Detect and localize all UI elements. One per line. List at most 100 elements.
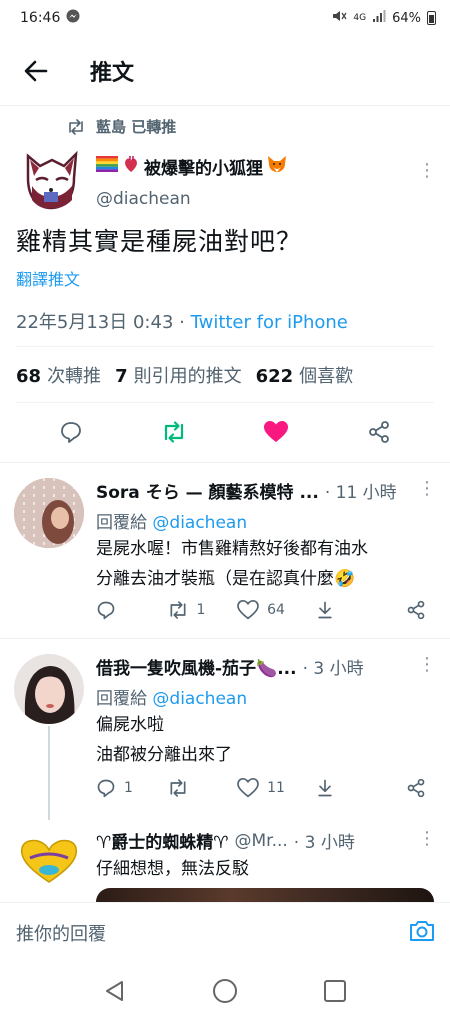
- tweet-text: 雞精其實是種屍油對吧？: [16, 227, 303, 256]
- divider: [16, 346, 434, 347]
- like-count: 11: [267, 780, 285, 796]
- reply-more-options-icon[interactable]: ⋮: [418, 830, 436, 848]
- retweets-stat[interactable]: 68 次轉推: [16, 362, 101, 388]
- tweet-more-options-icon[interactable]: ⋮: [418, 162, 436, 180]
- reply-header: Sora そら — 顏藝系模特 ... · 11 小時: [96, 478, 397, 503]
- like-button[interactable]: 64: [237, 600, 285, 620]
- author-name: 被爆擊的小狐狸: [144, 159, 263, 179]
- reply-header: 借我一隻吹風機-茄子🍆... · 3 小時: [96, 654, 364, 679]
- retweet-icon: [69, 118, 83, 135]
- retweets-label: 次轉推: [47, 366, 102, 387]
- reply-text-line: 是屍水喔！市售雞精熬好後都有油水: [96, 539, 368, 559]
- reply-count: 1: [124, 780, 133, 796]
- likes-label: 個喜歡: [299, 366, 354, 387]
- save-button[interactable]: [315, 778, 355, 798]
- tweet-date: 22年5月13日 0:43 ·: [16, 312, 191, 333]
- like-count: 64: [267, 602, 285, 618]
- reply-to: 回覆給 @diachean: [96, 508, 247, 533]
- retweet-button[interactable]: [167, 778, 207, 798]
- status-bar: 16:46 4G 64%: [0, 0, 450, 36]
- download-icon: [318, 779, 333, 797]
- reply-to-label: 回覆給: [96, 689, 153, 709]
- save-button[interactable]: [315, 600, 355, 620]
- reply-text: 是屍水喔！市售雞精熬好後都有油水 分離去油才裝瓶（是在認真什麼🤣: [96, 534, 368, 594]
- quotes-stat[interactable]: 7 則引用的推文: [115, 362, 242, 388]
- likes-count: 622: [255, 366, 294, 387]
- square-recents-icon: [324, 980, 347, 1002]
- retweet-button[interactable]: [154, 412, 194, 452]
- like-button[interactable]: 11: [237, 778, 285, 798]
- share-button[interactable]: [359, 412, 399, 452]
- retweets-count: 68: [16, 366, 42, 387]
- share-icon: [407, 778, 425, 798]
- reply-time: · 3 小時: [293, 833, 355, 853]
- translate-tweet-link[interactable]: 翻譯推文: [16, 266, 80, 290]
- messenger-icon: [66, 9, 80, 27]
- retweet-icon: [170, 779, 186, 797]
- reply-tweet[interactable]: Sora そら — 顏藝系模特 ... · 11 小時 ⋮ 回覆給 @diach…: [0, 462, 450, 638]
- reply-action-bar: 1 64: [96, 600, 426, 620]
- share-button[interactable]: [386, 778, 426, 798]
- share-button[interactable]: [386, 600, 426, 620]
- reply-action-bar: 1 11: [96, 778, 426, 798]
- reply-button[interactable]: 1: [96, 778, 136, 798]
- share-icon: [368, 421, 389, 443]
- anatomical-heart-icon: [122, 155, 140, 178]
- fox-icon: [267, 155, 287, 178]
- author-block[interactable]: 被爆擊的小狐狸 @diachean: [96, 154, 287, 209]
- page-title: 推文: [90, 60, 135, 86]
- battery-icon: [427, 11, 436, 25]
- reply-author-name[interactable]: 借我一隻吹風機-茄子🍆...: [96, 654, 297, 679]
- quotes-label: 則引用的推文: [133, 366, 242, 387]
- network-type-icon: 4G: [353, 13, 367, 23]
- retweet-count: 1: [196, 602, 206, 618]
- tweet-action-bar: [0, 410, 450, 454]
- retweet-button[interactable]: 1: [167, 600, 207, 620]
- reply-media-image[interactable]: [96, 888, 434, 902]
- nav-back-button[interactable]: [103, 979, 127, 1007]
- reply-handle: @Mr...: [234, 830, 288, 851]
- reply-avatar[interactable]: [14, 836, 84, 886]
- quotes-count: 7: [115, 366, 128, 387]
- reply-text: 偏屍水啦 油都被分離出來了: [96, 710, 232, 770]
- reply-author-name[interactable]: ♈爵士的蜘蛛精♈: [96, 828, 228, 853]
- reply-button[interactable]: [96, 600, 136, 620]
- reply-time: · 3 小時: [302, 659, 364, 679]
- reply-more-options-icon[interactable]: ⋮: [418, 656, 436, 674]
- back-button[interactable]: [6, 41, 66, 101]
- reply-icon: [97, 779, 115, 798]
- reply-text: 仔細想想，無法反駁: [96, 854, 249, 884]
- reply-to-label: 回覆給: [96, 513, 153, 533]
- reply-time: · 11 小時: [324, 483, 397, 503]
- retweet-context[interactable]: 藍島 已轉推: [66, 116, 176, 137]
- compose-reply-bar[interactable]: 推你的回覆: [0, 902, 450, 962]
- reply-tweet[interactable]: ♈爵士的蜘蛛精♈ @Mr... · 3 小時 ⋮ 仔細想想，無法反駁: [0, 820, 450, 902]
- compose-reply-input[interactable]: 推你的回覆: [16, 920, 106, 946]
- reply-more-options-icon[interactable]: ⋮: [418, 480, 436, 498]
- tweet-source-link[interactable]: Twitter for iPhone: [191, 312, 348, 333]
- reply-tweet[interactable]: 借我一隻吹風機-茄子🍆... · 3 小時 ⋮ 回覆給 @diachean 偏屍…: [0, 638, 450, 820]
- reply-text-line: 偏屍水啦: [96, 715, 164, 735]
- reply-avatar[interactable]: [14, 478, 84, 548]
- reply-avatar[interactable]: [14, 654, 84, 724]
- reply-text-line: 仔細想想，無法反駁: [96, 859, 249, 879]
- reply-author-name[interactable]: Sora そら — 顏藝系模特 ...: [96, 478, 319, 503]
- author-avatar[interactable]: [22, 150, 80, 212]
- nav-home-button[interactable]: [212, 978, 238, 1008]
- reply-text-line: 油都被分離出來了: [96, 745, 232, 765]
- tweet-stats: 68 次轉推 7 則引用的推文 622 個喜歡: [16, 362, 353, 388]
- reply-button[interactable]: [51, 412, 91, 452]
- reply-to-handle[interactable]: @diachean: [152, 513, 247, 533]
- reply-icon: [97, 601, 115, 620]
- like-button[interactable]: [256, 412, 296, 452]
- heart-outline-icon: [237, 600, 259, 620]
- nav-recents-button[interactable]: [323, 979, 347, 1007]
- reply-header: ♈爵士的蜘蛛精♈ @Mr... · 3 小時: [96, 828, 355, 854]
- likes-stat[interactable]: 622 個喜歡: [256, 362, 354, 388]
- camera-icon[interactable]: [408, 919, 436, 947]
- reply-to: 回覆給 @diachean: [96, 684, 247, 709]
- share-icon: [407, 600, 425, 620]
- reply-to-handle[interactable]: @diachean: [152, 689, 247, 709]
- app-header: 推文: [0, 36, 450, 106]
- retweet-icon: [164, 421, 183, 443]
